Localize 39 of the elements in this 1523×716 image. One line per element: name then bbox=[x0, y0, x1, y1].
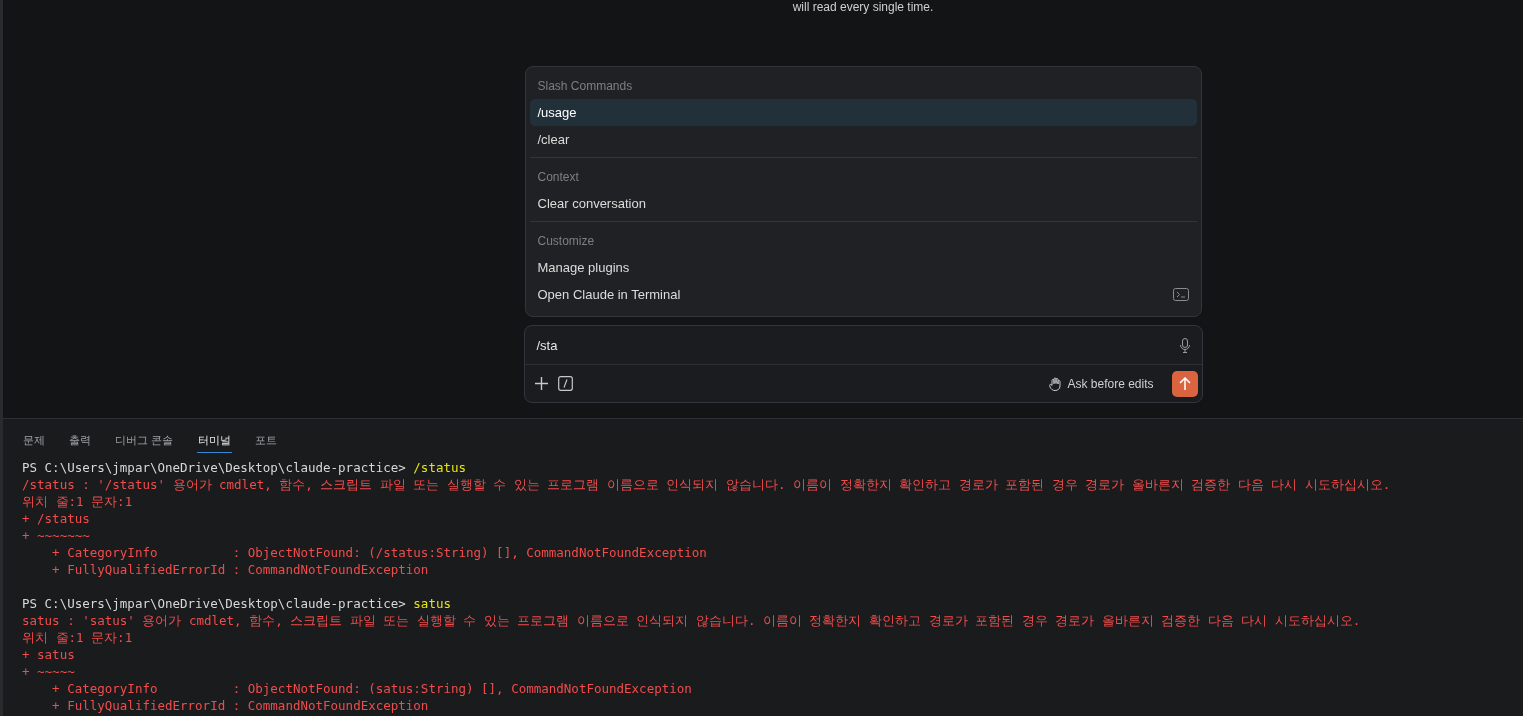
panel-tab[interactable]: 터미널 bbox=[196, 433, 232, 453]
menu-item[interactable]: /clear bbox=[529, 126, 1197, 153]
slash-command-icon[interactable] bbox=[557, 376, 573, 391]
error-line: + /status bbox=[22, 510, 90, 527]
error-line: + ~~~~~~~ bbox=[22, 527, 90, 544]
menu-item[interactable]: Clear conversation bbox=[529, 190, 1197, 217]
menu-item[interactable]: /usage bbox=[529, 99, 1197, 126]
error-line: 위치 줄:1 문자:1 bbox=[22, 629, 133, 646]
mode-button[interactable]: Ask before edits bbox=[1049, 376, 1162, 391]
section-heading: Context bbox=[536, 169, 580, 186]
section-heading: Customize bbox=[536, 233, 596, 250]
panel-tab[interactable]: 포트 bbox=[253, 433, 278, 453]
plus-icon[interactable] bbox=[534, 377, 548, 390]
panel-tab[interactable]: 출력 bbox=[68, 433, 92, 453]
panel-tab[interactable]: 디버그 콘솔 bbox=[114, 433, 175, 453]
typed-command: satus bbox=[413, 596, 451, 611]
panel-tab[interactable]: 문제 bbox=[22, 433, 46, 453]
menu-item[interactable]: Manage plugins bbox=[529, 254, 1197, 281]
error-line: 위치 줄:1 문자:1 bbox=[22, 493, 133, 510]
error-line: + ~~~~~ bbox=[22, 663, 75, 680]
error-line: + CategoryInfo : ObjectNotFound: (satus:String) [], CommandNotFoundException bbox=[51, 680, 692, 697]
error-line: + CategoryInfo : ObjectNotFound: (/status:String) [], CommandNotFoundException bbox=[51, 544, 707, 561]
error-line: satus : 'satus' 용어가 cmdlet, 함수, 스크립트 파일 또는 실행할 수 있는 프로그램 이름으로 인식되지 않습니다. 이름이 정확한지 확인하고 경로가 포함된 경우 경로가 올바른지 검증한 다음 다시 시도하십시오. bbox=[22, 612, 1361, 629]
shell-prompt: PS C:\Users\jmpar\OneDrive\Desktop\claude-practice> bbox=[22, 596, 407, 611]
arrow-up-icon bbox=[1178, 376, 1191, 391]
microphone-icon[interactable] bbox=[1179, 337, 1190, 353]
hint-text: will read every single time. bbox=[792, 0, 934, 14]
hand-icon bbox=[1049, 376, 1063, 391]
error-line: + FullyQualifiedErrorId : CommandNotFoundException bbox=[51, 697, 429, 714]
section-heading: Slash Commands bbox=[536, 78, 634, 95]
error-line: + FullyQualifiedErrorId : CommandNotFoundException bbox=[51, 561, 429, 578]
send-button[interactable] bbox=[1171, 370, 1198, 397]
terminal-icon bbox=[1172, 288, 1189, 301]
typed-command: /status bbox=[413, 460, 467, 475]
error-line: /status : '/status' 용어가 cmdlet, 함수, 스크립트 파일 또는 실행할 수 있는 프로그램 이름으로 인식되지 않습니다. 이름이 정확한지 확인하고 경로가 포함된 경우 경로가 올바른지 검증한 다음 다시 시도하십시오. bbox=[22, 476, 1391, 493]
menu-item[interactable]: Open Claude in Terminal bbox=[529, 281, 1197, 308]
error-line: + satus bbox=[22, 646, 75, 663]
shell-prompt: PS C:\Users\jmpar\OneDrive\Desktop\claude-practice> bbox=[22, 460, 407, 475]
prompt-input[interactable]: /sta bbox=[536, 337, 558, 353]
